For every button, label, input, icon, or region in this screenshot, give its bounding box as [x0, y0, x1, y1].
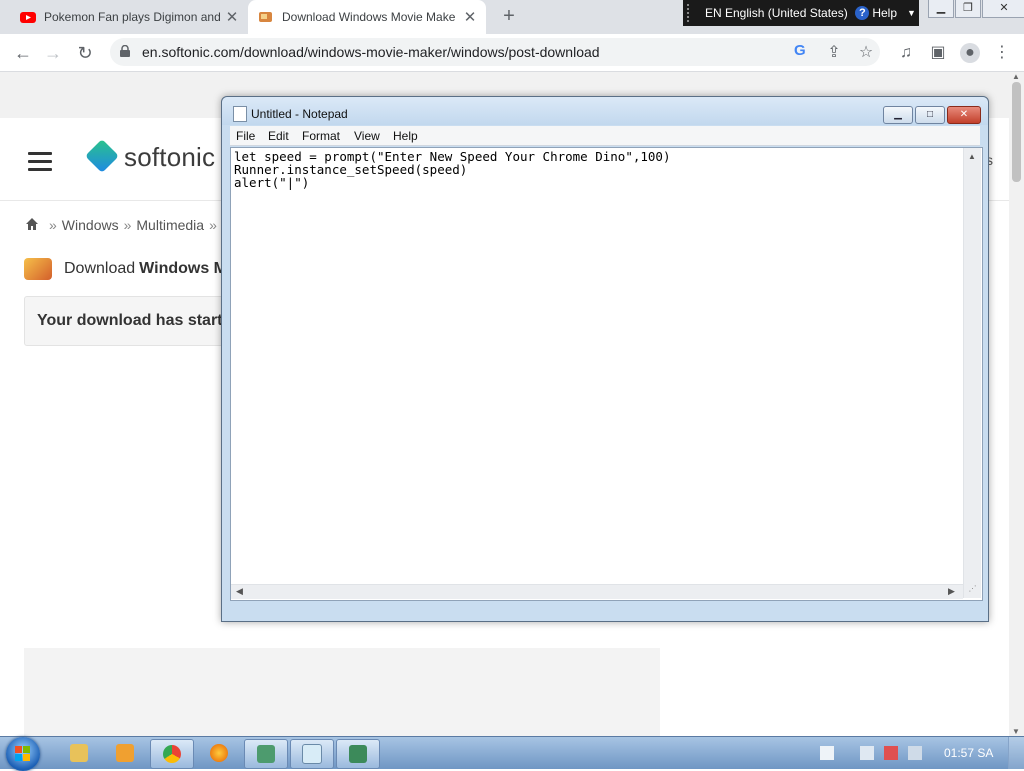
- browser-toolbar: ← → ↻ en.softonic.com/download/windows-m…: [0, 34, 1024, 72]
- media-control-icon[interactable]: ♫: [896, 43, 916, 63]
- help-icon[interactable]: ?: [855, 6, 870, 20]
- notepad-close-button[interactable]: ✕: [947, 106, 981, 124]
- taskbar-explorer[interactable]: [58, 739, 100, 767]
- resize-grip-icon[interactable]: ⋰: [965, 584, 980, 598]
- url-text[interactable]: en.softonic.com/download/windows-movie-m…: [142, 44, 600, 60]
- drag-handle-icon[interactable]: [687, 4, 699, 22]
- minimize-button[interactable]: ▁: [928, 0, 954, 18]
- tab-youtube[interactable]: Pokemon Fan plays Digimon and ✕: [10, 0, 248, 34]
- taskbar-movie-maker[interactable]: [244, 739, 288, 769]
- menu-edit[interactable]: Edit: [268, 129, 289, 143]
- folder-icon: [70, 744, 88, 762]
- taskbar-notepad[interactable]: [290, 739, 334, 769]
- tab-softonic[interactable]: Download Windows Movie Make ✕: [248, 0, 486, 34]
- keyboard-icon[interactable]: [908, 746, 922, 760]
- scroll-right-icon[interactable]: ▶: [948, 586, 955, 597]
- scroll-down-icon[interactable]: ▼: [1012, 727, 1020, 736]
- side-panel-icon[interactable]: ▣: [928, 43, 948, 63]
- language-indicator[interactable]: EN English (United States): [705, 6, 855, 20]
- taskbar-firefox[interactable]: [198, 739, 240, 767]
- scroll-up-icon[interactable]: ▲: [1012, 72, 1020, 81]
- audio-app-icon: [349, 745, 367, 763]
- softonic-logo-icon[interactable]: [85, 139, 119, 173]
- notepad-minimize-button[interactable]: ▁: [883, 106, 913, 124]
- chrome-icon: [163, 745, 181, 763]
- profile-avatar-icon[interactable]: ●: [960, 43, 980, 63]
- notepad-text-area[interactable]: let speed = prompt("Enter New Speed Your…: [230, 147, 983, 601]
- notepad-icon: [302, 744, 322, 764]
- notepad-titlebar[interactable]: Untitled - Notepad ▁ □ ✕: [222, 97, 988, 125]
- share-icon[interactable]: ⇪: [824, 43, 844, 63]
- menu-help[interactable]: Help: [393, 129, 418, 143]
- chevron-down-icon[interactable]: ▼: [907, 8, 916, 18]
- download-app-name: Windows M: [139, 260, 227, 277]
- address-bar[interactable]: en.softonic.com/download/windows-movie-m…: [110, 38, 880, 66]
- notepad-title: Untitled - Notepad: [251, 107, 348, 121]
- movie-maker-icon: [257, 745, 275, 763]
- movie-maker-app-icon: [24, 258, 52, 280]
- ad-placeholder: [24, 648, 660, 736]
- lock-icon[interactable]: [120, 45, 130, 57]
- reload-icon[interactable]: ↻: [72, 40, 98, 66]
- home-icon[interactable]: [26, 218, 38, 230]
- scroll-up-icon[interactable]: ▲: [968, 152, 976, 161]
- more-menu-icon[interactable]: ⋮: [992, 43, 1012, 63]
- show-desktop-button[interactable]: [1008, 737, 1024, 769]
- taskbar-media-player[interactable]: [104, 739, 146, 767]
- close-tab-icon[interactable]: ✕: [460, 8, 480, 26]
- notepad-window: Untitled - Notepad ▁ □ ✕ File Edit Forma…: [221, 96, 989, 622]
- back-arrow-icon[interactable]: ←: [10, 40, 36, 66]
- tab-strip: Pokemon Fan plays Digimon and ✕ Download…: [0, 0, 1024, 34]
- hamburger-menu-icon[interactable]: [28, 152, 52, 176]
- windows-flag-icon: [15, 746, 30, 761]
- browser-window-controls: ▁ ❐ ✕: [927, 0, 1024, 18]
- youtube-icon: [20, 12, 36, 23]
- download-title: Download Windows M: [24, 258, 227, 280]
- media-player-icon: [116, 744, 134, 762]
- taskbar-audio-app[interactable]: [336, 739, 380, 769]
- language-bar[interactable]: EN English (United States) ? Help ▼: [683, 0, 919, 26]
- menu-view[interactable]: View: [354, 129, 380, 143]
- close-button[interactable]: ✕: [982, 0, 1024, 18]
- menu-format[interactable]: Format: [302, 129, 340, 143]
- tab-title: Download Windows Movie Make: [282, 10, 456, 24]
- notepad-menubar: File Edit Format View Help: [230, 126, 980, 146]
- system-clock[interactable]: 01:57 SA: [944, 746, 993, 760]
- page-scrollbar[interactable]: ▲ ▼: [1009, 72, 1024, 736]
- breadcrumb-multimedia[interactable]: Multimedia: [136, 217, 204, 233]
- breadcrumb: »Windows»Multimedia»V: [26, 217, 231, 233]
- vertical-scrollbar[interactable]: ▲ ▼: [963, 148, 981, 598]
- menu-file[interactable]: File: [236, 129, 255, 143]
- firefox-icon: [210, 744, 228, 762]
- notepad-content[interactable]: let speed = prompt("Enter New Speed Your…: [234, 150, 671, 189]
- taskbar: 01:57 SA: [0, 736, 1024, 771]
- taskbar-chrome[interactable]: [150, 739, 194, 769]
- scroll-left-icon[interactable]: ◀: [236, 586, 243, 597]
- scrollbar-thumb[interactable]: [1012, 82, 1021, 182]
- bookmark-star-icon[interactable]: ☆: [856, 43, 876, 63]
- download-prefix: Download: [64, 260, 136, 277]
- breadcrumb-windows[interactable]: Windows: [62, 217, 119, 233]
- action-center-icon[interactable]: [820, 746, 834, 760]
- forward-arrow-icon[interactable]: →: [40, 40, 66, 66]
- network-icon[interactable]: [860, 746, 874, 760]
- google-lens-icon[interactable]: G: [794, 42, 806, 59]
- tab-title: Pokemon Fan plays Digimon and: [44, 10, 221, 24]
- movie-maker-favicon-icon: [259, 12, 272, 22]
- new-tab-button[interactable]: +: [498, 5, 520, 27]
- restore-button[interactable]: ❐: [955, 0, 981, 18]
- language-bar-help[interactable]: Help: [872, 6, 897, 20]
- site-logo[interactable]: softonic: [124, 142, 215, 173]
- start-button[interactable]: [6, 737, 40, 771]
- close-tab-icon[interactable]: ✕: [222, 8, 242, 26]
- notepad-maximize-button[interactable]: □: [915, 106, 945, 124]
- download-started-text: Your download has start: [37, 312, 223, 329]
- notepad-icon: [233, 106, 247, 122]
- horizontal-scrollbar[interactable]: ◀ ▶: [231, 584, 963, 599]
- volume-muted-icon[interactable]: [884, 746, 898, 760]
